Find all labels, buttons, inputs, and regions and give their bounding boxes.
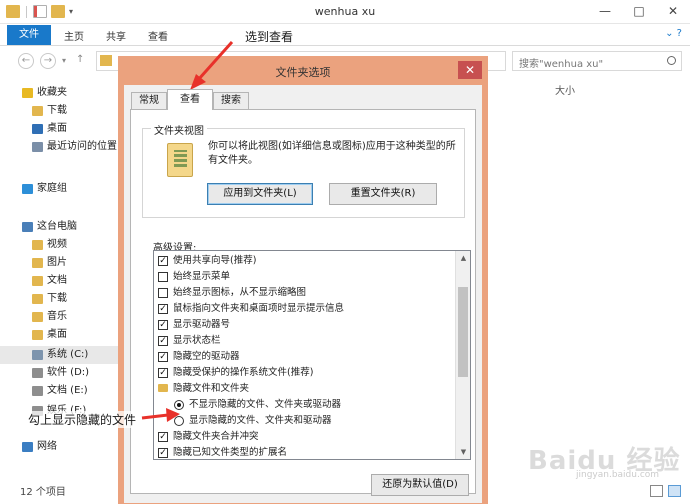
baidu-watermark-url: jingyan.baidu.com xyxy=(576,470,660,480)
tab-view[interactable]: 查看 xyxy=(167,89,213,110)
annotation-arrows xyxy=(141,40,234,422)
arrow-to-show-hidden-icon xyxy=(141,408,180,422)
arrow-to-view-tab-icon xyxy=(190,40,234,90)
annotation-check-show-hidden: 勾上显示隐藏的文件 xyxy=(28,411,137,428)
